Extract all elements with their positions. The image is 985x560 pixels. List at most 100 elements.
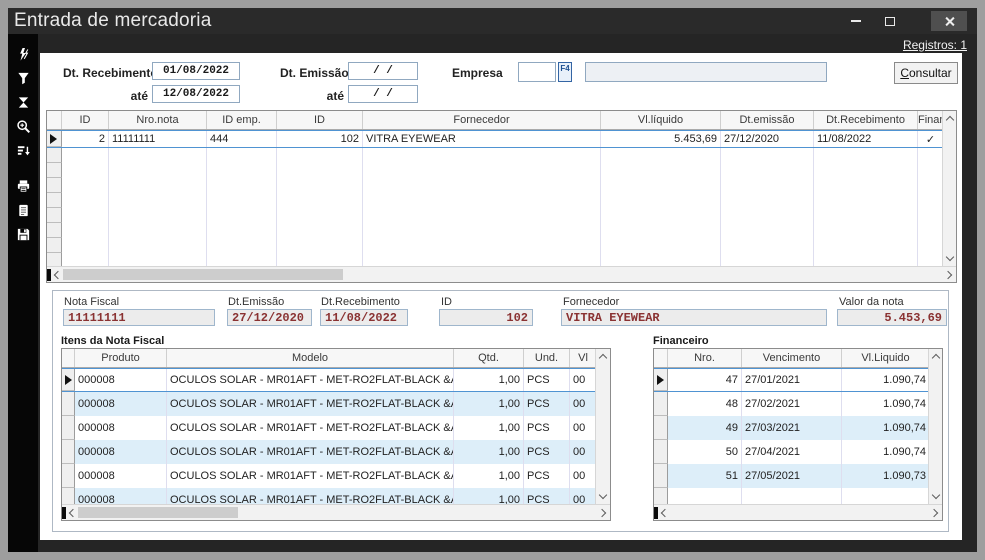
dt-emissao-de-field[interactable]: / /: [348, 62, 418, 80]
row-selector[interactable]: [62, 440, 75, 464]
table-row[interactable]: 000008OCULOS SOLAR - MR01AFT - MET-RO2FL…: [62, 368, 597, 392]
scroll-right-icon[interactable]: [930, 509, 938, 517]
dt-recebimento-ate-field[interactable]: 12/08/2022: [152, 85, 240, 103]
column-header[interactable]: Und.: [524, 349, 570, 367]
column-header[interactable]: Qtd.: [454, 349, 524, 367]
table-row[interactable]: 4927/03/20211.090,74: [654, 416, 930, 440]
column-header[interactable]: Vl: [570, 349, 597, 367]
row-selector[interactable]: [62, 369, 75, 391]
scroll-left-icon[interactable]: [54, 271, 62, 279]
scrollbar-thumb[interactable]: [78, 507, 238, 518]
row-selector[interactable]: [47, 208, 62, 223]
column-header[interactable]: Vl.Liquido: [842, 349, 930, 367]
maximize-button[interactable]: [875, 11, 905, 31]
dt-emissao-ate-field[interactable]: / /: [348, 85, 418, 103]
row-selector[interactable]: [654, 488, 668, 504]
report-button[interactable]: [8, 198, 38, 222]
column-header[interactable]: Modelo: [167, 349, 454, 367]
cell: [109, 178, 207, 193]
row-selector[interactable]: [654, 464, 668, 488]
empresa-lookup-button[interactable]: F4: [558, 62, 572, 82]
row-selector[interactable]: [47, 163, 62, 178]
column-header[interactable]: Dt.emissão: [721, 111, 814, 129]
row-selector[interactable]: [47, 178, 62, 193]
save-button[interactable]: [8, 222, 38, 246]
empty-row: [47, 163, 944, 178]
refresh-button[interactable]: [8, 42, 38, 66]
scrollbar-thumb[interactable]: [63, 269, 343, 280]
column-header[interactable]: ID: [62, 111, 109, 129]
row-selector[interactable]: [62, 464, 75, 488]
row-selector[interactable]: [654, 440, 668, 464]
close-button[interactable]: [931, 11, 967, 31]
column-header[interactable]: Produto: [75, 349, 167, 367]
cell: [109, 238, 207, 253]
table-row[interactable]: 5027/04/20211.090,74: [654, 440, 930, 464]
horizontal-scrollbar[interactable]: [654, 504, 942, 520]
table-row[interactable]: 211111111444102VITRA EYEWEAR5.453,6927/1…: [47, 130, 944, 148]
table-row[interactable]: 000008OCULOS SOLAR - MR01AFT - MET-RO2FL…: [62, 440, 597, 464]
print-icon: [16, 179, 31, 194]
table-row[interactable]: 000008OCULOS SOLAR - MR01AFT - MET-RO2FL…: [62, 464, 597, 488]
cell: [918, 193, 944, 208]
table-row[interactable]: 000008OCULOS SOLAR - MR01AFT - MET-RO2FL…: [62, 416, 597, 440]
vertical-scrollbar[interactable]: [928, 349, 942, 504]
column-header[interactable]: Vl.líquido: [601, 111, 721, 129]
column-header[interactable]: Dt.Recebimento: [814, 111, 918, 129]
column-header[interactable]: Finan: [918, 111, 944, 129]
horizontal-scrollbar[interactable]: [47, 266, 956, 282]
column-header[interactable]: Vencimento: [742, 349, 842, 367]
minimize-button[interactable]: [841, 11, 871, 31]
cell: [721, 193, 814, 208]
consultar-button[interactable]: Consultar: [894, 62, 958, 84]
scroll-right-icon[interactable]: [944, 271, 952, 279]
row-selector[interactable]: [62, 392, 75, 416]
scroll-down-icon[interactable]: [932, 491, 940, 499]
cell: [918, 148, 944, 163]
row-selector[interactable]: [47, 223, 62, 238]
row-selector[interactable]: [47, 238, 62, 253]
financeiro-section-label: Financeiro: [653, 335, 709, 347]
column-header[interactable]: Fornecedor: [363, 111, 601, 129]
scroll-up-icon[interactable]: [932, 354, 940, 362]
row-selector[interactable]: [62, 488, 75, 504]
row-selector[interactable]: [47, 148, 62, 163]
row-selector[interactable]: [47, 131, 62, 147]
row-selector[interactable]: [654, 369, 668, 391]
table-row[interactable]: 4727/01/20211.090,74: [654, 368, 930, 392]
clear-filter-button[interactable]: [8, 90, 38, 114]
row-selector[interactable]: [62, 416, 75, 440]
zoom-button[interactable]: [8, 114, 38, 138]
scroll-up-icon[interactable]: [946, 116, 954, 124]
scroll-left-icon[interactable]: [661, 509, 669, 517]
registros-link[interactable]: Registros: 1: [903, 38, 967, 52]
row-selector[interactable]: [654, 392, 668, 416]
scroll-up-icon[interactable]: [599, 354, 607, 362]
vertical-scrollbar[interactable]: [942, 111, 956, 266]
row-selector[interactable]: [654, 416, 668, 440]
scroll-right-icon[interactable]: [598, 509, 606, 517]
row-selector[interactable]: [47, 193, 62, 208]
column-header[interactable]: Nro.nota: [109, 111, 207, 129]
table-row[interactable]: 4827/02/20211.090,74: [654, 392, 930, 416]
column-header[interactable]: Nro.: [668, 349, 742, 367]
cell: [277, 238, 363, 253]
table-row[interactable]: 5127/05/20211.090,73: [654, 464, 930, 488]
column-header[interactable]: ID: [277, 111, 363, 129]
scroll-down-icon[interactable]: [599, 491, 607, 499]
sort-button[interactable]: [8, 138, 38, 162]
vertical-scrollbar[interactable]: [595, 349, 610, 504]
print-button[interactable]: [8, 174, 38, 198]
cell: 50: [668, 440, 742, 464]
table-row[interactable]: 000008OCULOS SOLAR - MR01AFT - MET-RO2FL…: [62, 488, 597, 504]
cell: 000008: [75, 488, 167, 504]
column-header[interactable]: ID emp.: [207, 111, 277, 129]
table-row[interactable]: 000008OCULOS SOLAR - MR01AFT - MET-RO2FL…: [62, 392, 597, 416]
empresa-codigo-field[interactable]: [518, 62, 556, 82]
horizontal-scrollbar[interactable]: [62, 504, 610, 520]
row-selector[interactable]: [47, 253, 62, 266]
scroll-left-icon[interactable]: [69, 509, 77, 517]
filter-button[interactable]: [8, 66, 38, 90]
scroll-down-icon[interactable]: [946, 253, 954, 261]
dt-recebimento-de-field[interactable]: 01/08/2022: [152, 62, 240, 80]
